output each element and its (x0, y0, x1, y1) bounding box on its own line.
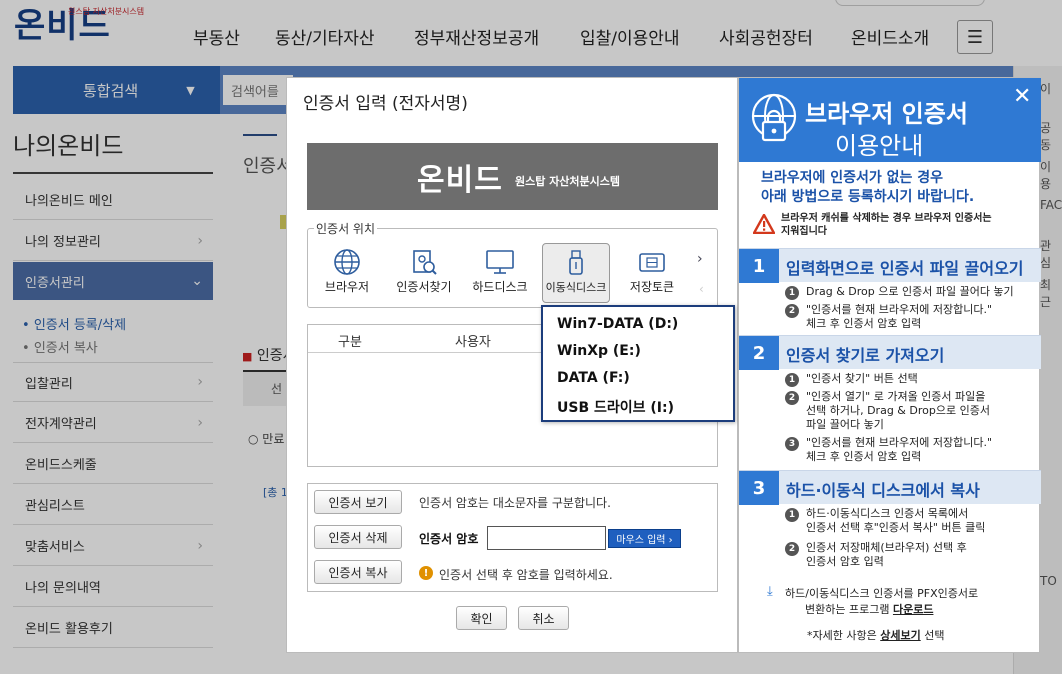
step-bullet: 2 (785, 542, 799, 556)
location-browser[interactable]: 브라우저 (313, 243, 381, 303)
step-text-line: 체크 후 인증서 암호 입력 (806, 317, 922, 330)
col-user: 사용자 (455, 335, 491, 350)
guide-header: 브라우저 인증서 이용안내 ✕ (739, 78, 1041, 162)
step-text: "인증서를 현재 브라우저에 저장합니다." 체크 후 인증서 암호 입력 (806, 436, 992, 464)
location-legend: 인증서 위치 (314, 220, 378, 237)
step-bullet: 1 (785, 286, 799, 300)
download-icon: ⤓ (767, 584, 773, 599)
globe-lock-icon (751, 93, 797, 142)
warning-icon: ! (419, 566, 433, 580)
step-title: 입력화면으로 인증서 파일 끌어오기 (786, 259, 1024, 278)
step-1-header: 1 입력화면으로 인증서 파일 끌어오기 (739, 248, 1041, 283)
step-text: 인증서 저장매체(브라우저) 선택 후 인증서 암호 입력 (806, 541, 967, 569)
guide-foot-line3: *자세한 사항은 상세보기 선택 (807, 627, 944, 643)
monitor-icon (486, 250, 514, 274)
location-removable[interactable]: 이동식디스크 (542, 243, 610, 303)
guide-foot-line2: 변환하는 프로그램 다운로드 (805, 601, 933, 617)
step-text-line: 인증서 암호 입력 (806, 555, 884, 568)
location-harddisk[interactable]: 하드디스크 (466, 243, 534, 303)
drive-option-e[interactable]: WinXp (E:) (557, 343, 641, 359)
token-icon (639, 253, 665, 272)
guide-foot-line1: 하드/이동식디스크 인증서를 PFX인증서로 (785, 587, 979, 600)
step-text-line: 하드·이동식디스크 인증서 목록에서 (806, 507, 969, 520)
dialog-title: 인증서 입력 (전자서명) (303, 94, 468, 114)
drive-option-f[interactable]: DATA (F:) (557, 370, 630, 386)
ok-button[interactable]: 확인 (456, 606, 507, 630)
chevron-right-icon[interactable]: › (697, 251, 703, 267)
step-text: "인증서를 현재 브라우저에 저장합니다." 체크 후 인증서 암호 입력 (806, 303, 992, 331)
step-bullet: 2 (785, 304, 799, 318)
download-link[interactable]: 다운로드 (893, 603, 933, 616)
location-find-cert[interactable]: 인증서찾기 (390, 243, 458, 303)
location-label: 브라우저 (324, 280, 370, 294)
dialog-banner: 온비드 원스탑 자산처분시스템 (307, 143, 718, 210)
usb-icon (569, 250, 583, 275)
step-3-header: 3 하드·이동식 디스크에서 복사 (739, 470, 1041, 505)
step-text-line: "인증서 열기" 로 가져올 인증서 파일을 (806, 390, 986, 403)
delete-cert-button[interactable]: 인증서 삭제 (314, 525, 402, 549)
guide-intro: 브라우저에 인증서가 없는 경우 아래 방법으로 등록하시기 바랍니다. (761, 169, 974, 207)
password-input[interactable] (487, 526, 606, 550)
guide-intro-line2: 아래 방법으로 등록하시기 바랍니다. (761, 189, 975, 205)
browser-cert-guide: 브라우저 인증서 이용안내 ✕ 브라우저에 인증서가 없는 경우 아래 방법으로… (738, 77, 1041, 653)
step-title: 하드·이동식 디스크에서 복사 (786, 481, 980, 500)
step-text: "인증서 찾기" 버튼 선택 (806, 372, 918, 386)
step-number: 1 (739, 249, 779, 283)
step-text-line: 파일 끌어다 놓기 (806, 418, 884, 431)
banner-subtitle: 원스탑 자산처분시스템 (515, 175, 621, 188)
view-cert-button[interactable]: 인증서 보기 (314, 490, 402, 514)
guide-title-line2: 이용안내 (835, 132, 924, 160)
guide-foot-text: 변환하는 프로그램 (805, 603, 893, 616)
location-label: 인증서찾기 (396, 280, 452, 294)
guide-title: 브라우저 인증서 (805, 100, 968, 128)
guide-warning-line1: 브라우저 캐쉬를 삭제하는 경우 브라우저 인증서는 (781, 213, 992, 224)
cancel-button[interactable]: 취소 (518, 606, 569, 630)
copy-cert-button[interactable]: 인증서 복사 (314, 560, 402, 584)
step-text-line: "인증서 찾기" 버튼 선택 (806, 372, 918, 385)
case-notice: 인증서 암호는 대소문자를 구분합니다. (419, 496, 611, 510)
step-bullet: 1 (785, 373, 799, 387)
guide-foot-text: *자세한 사항은 (807, 629, 881, 642)
location-label: 하드디스크 (472, 280, 528, 294)
step-text-line: "인증서를 현재 브라우저에 저장합니다." (806, 303, 993, 316)
cert-search-icon (413, 250, 437, 275)
detail-link[interactable]: 상세보기 (880, 629, 920, 642)
location-label: 저장토큰 (629, 280, 675, 294)
step-bullet: 3 (785, 437, 799, 451)
step-bullet: 2 (785, 391, 799, 405)
col-type: 구분 (338, 335, 362, 350)
step-title: 인증서 찾기로 가져오기 (786, 346, 945, 365)
guide-warning-line2: 지워집니다 (781, 226, 827, 237)
step-text-line: Drag & Drop 으로 인증서 파일 끌어다 놓기 (806, 285, 1014, 298)
step-number: 2 (739, 336, 779, 370)
banner-logo: 온비드 (417, 163, 503, 198)
chevron-left-icon[interactable]: ‹ (699, 282, 704, 296)
step-text-line: 체크 후 인증서 암호 입력 (806, 450, 922, 463)
drive-dropdown-menu: Win7-DATA (D:) WinXp (E:) DATA (F:) USB … (541, 305, 735, 422)
step-text-line: 인증서 저장매체(브라우저) 선택 후 (806, 541, 967, 554)
step-text: Drag & Drop 으로 인증서 파일 끌어다 놓기 (806, 285, 1014, 299)
drive-option-i[interactable]: USB 드라이브 (I:) (557, 397, 674, 417)
step-text-line: 선택 하거나, Drag & Drop으로 인증서 (806, 404, 990, 417)
guide-warning: 브라우저 캐쉬를 삭제하는 경우 브라우저 인증서는 지워집니다 (781, 212, 992, 238)
step-bullet: 1 (785, 508, 799, 522)
mouse-input-button[interactable]: 마우스 입력 › (608, 529, 681, 548)
step-text-line: "인증서를 현재 브라우저에 저장합니다." (806, 436, 993, 449)
step-text: "인증서 열기" 로 가져올 인증서 파일을 선택 하거나, Drag & Dro… (806, 390, 990, 432)
warning-triangle-icon (753, 214, 775, 234)
password-label: 인증서 암호 (419, 532, 479, 546)
step-2-header: 2 인증서 찾기로 가져오기 (739, 335, 1041, 370)
guide-foot-text: 선택 (920, 629, 945, 642)
step-text-line: 인증서 선택 후"인증서 복사" 버튼 클릭 (806, 521, 986, 534)
drive-option-d[interactable]: Win7-DATA (D:) (557, 316, 678, 332)
location-label: 이동식디스크 (545, 281, 607, 294)
globe-icon (334, 249, 360, 275)
select-notice: 인증서 선택 후 암호를 입력하세요. (439, 568, 613, 582)
guide-intro-line1: 브라우저에 인증서가 없는 경우 (761, 170, 944, 186)
location-token[interactable]: 저장토큰 (618, 243, 686, 303)
step-text: 하드·이동식디스크 인증서 목록에서 인증서 선택 후"인증서 복사" 버튼 클릭 (806, 507, 985, 535)
close-icon[interactable]: ✕ (1013, 84, 1031, 109)
step-number: 3 (739, 471, 779, 505)
